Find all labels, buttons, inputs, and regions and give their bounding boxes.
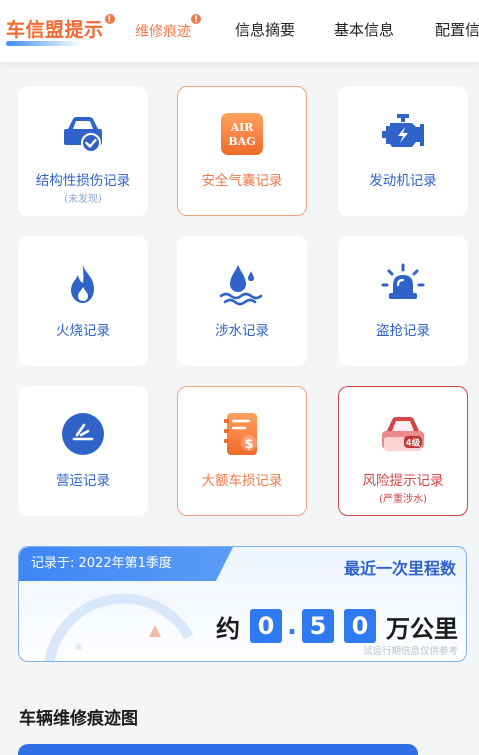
record-card-risk[interactable]: 4级 风险提示记录 (严重涉水) (338, 386, 468, 516)
tab-config-info[interactable]: 配置信 (435, 19, 479, 40)
money-bill-icon: $ (224, 413, 257, 455)
mileage-value-row: 约 0 . 5 0 万公里 (216, 609, 458, 643)
mileage-record-date: 记录于: 2022年第1季度 (19, 547, 233, 581)
record-label: 结构性损伤记录 (35, 173, 131, 189)
tab-basic-info[interactable]: 基本信息 (334, 19, 394, 40)
car-damage-icon (64, 117, 102, 153)
tab-repair-badge: ! (190, 13, 202, 25)
water-icon (219, 265, 263, 306)
tab-repair-traces[interactable]: 维修痕迹 ! (135, 13, 202, 41)
record-label: 风险提示记录 (362, 473, 444, 489)
tab-summary[interactable]: 信息摘要 (235, 19, 295, 40)
record-label: 火烧记录 (56, 323, 110, 339)
tab-brand-tips[interactable]: 车信盟提示 ! (6, 13, 116, 46)
record-card-fire[interactable]: 火烧记录 (18, 236, 148, 366)
alarm-light-icon (381, 263, 425, 299)
record-card-airbag[interactable]: AIR BAG 安全气囊记录 (177, 86, 307, 216)
risk-car-icon: 4级 (382, 417, 424, 451)
mileage-digit: 0 (344, 609, 376, 643)
mileage-digit: 5 (302, 609, 334, 643)
active-tab-underline (6, 41, 82, 46)
repair-map-section-title: 车辆维修痕迹图 (19, 709, 138, 729)
record-label: 涉水记录 (215, 323, 269, 339)
record-card-major-damage[interactable]: $ 大额车损记录 (177, 386, 307, 516)
fire-icon (71, 265, 94, 303)
record-label: 营运记录 (56, 473, 110, 489)
tab-repair-label: 维修痕迹 (135, 24, 191, 40)
engine-icon (382, 114, 424, 147)
record-card-theft[interactable]: 盗抢记录 (338, 236, 468, 366)
repair-map-header-bar (18, 744, 418, 755)
record-card-water[interactable]: 涉水记录 (177, 236, 307, 366)
mileage-title: 最近一次里程数 (343, 559, 456, 578)
record-label: 安全气囊记录 (201, 173, 283, 189)
record-sub-status: (严重涉水) (379, 494, 427, 505)
record-card-structural-damage[interactable]: 结构性损伤记录 (未发现) (18, 86, 148, 216)
tab-brand-label: 车信盟提示 (6, 19, 104, 41)
svg-text:$: $ (244, 437, 253, 452)
record-label: 发动机记录 (369, 173, 437, 189)
airbag-text-1: AIR (230, 121, 255, 134)
top-tab-bar: 车信盟提示 ! 维修痕迹 ! 信息摘要 基本信息 配置信 (0, 0, 479, 62)
record-sub-status: (未发现) (64, 194, 102, 205)
record-label: 盗抢记录 (376, 323, 430, 339)
mileage-approx-prefix: 约 (216, 614, 240, 643)
mileage-digit: 0 (250, 609, 282, 643)
mileage-panel: 记录于: 2022年第1季度 最近一次里程数 约 0 . 5 0 万公里 试运行… (18, 546, 467, 662)
airbag-icon: AIR BAG (221, 113, 263, 155)
record-card-operation[interactable]: 营运记录 (18, 386, 148, 516)
record-card-engine[interactable]: 发动机记录 (338, 86, 468, 216)
airbag-text-2: BAG (228, 135, 255, 148)
gauge-decoration (44, 593, 194, 661)
record-label: 大额车损记录 (201, 473, 283, 489)
risk-level-text: 4级 (406, 438, 421, 449)
tab-brand-badge: ! (103, 13, 116, 25)
operation-icon (62, 413, 104, 455)
mileage-disclaimer: 试运行期信息仅供参考 (362, 646, 458, 657)
mileage-decimal-point: . (287, 611, 297, 641)
mileage-unit: 万公里 (386, 614, 458, 643)
